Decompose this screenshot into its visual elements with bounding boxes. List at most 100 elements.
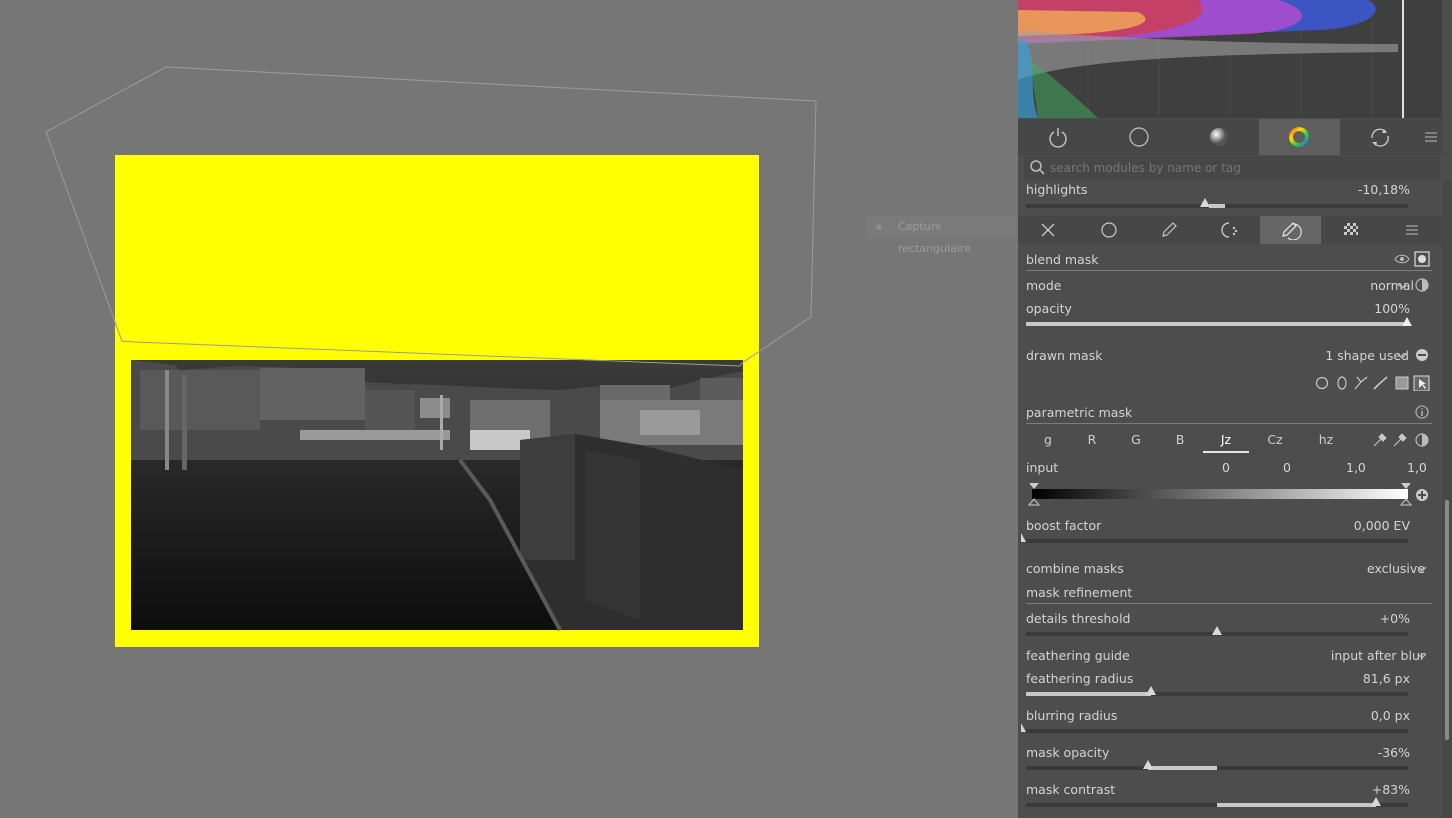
raster-mask-icon [1344,223,1359,235]
details-threshold-slider-handle[interactable] [1212,626,1222,635]
tab-mask-raster[interactable] [1321,216,1382,244]
input-value-2: 1,0 [1346,460,1366,475]
gradient-shape-icon[interactable] [1395,376,1409,390]
mask-opacity-row: mask opacity -36% [1026,745,1410,760]
tab-mask-off[interactable] [1018,216,1079,244]
channel-tab-R[interactable]: R [1072,432,1112,447]
mode-row[interactable]: mode normal [1026,278,1414,293]
tab-mask-drawn[interactable] [1139,216,1200,244]
chevron-down-icon[interactable] [1396,281,1408,291]
tab-color-modules[interactable] [1259,119,1340,155]
mask-contrast-value: +83% [1371,782,1410,797]
feathering-radius-slider[interactable] [1026,686,1408,696]
invert-polarity-icon[interactable] [1415,433,1429,447]
feathering-radius-row: feathering radius 81,6 px [1026,671,1410,686]
feathering-guide-value[interactable]: input after blur [1331,648,1425,663]
scrollbar-thumb[interactable] [1445,500,1449,740]
blurring-radius-slider-handle[interactable] [1021,723,1026,732]
highlights-slider[interactable] [1026,198,1408,208]
image-canvas[interactable]: Capture rectangulaire [0,0,1018,818]
channel-tab-hz[interactable]: hz [1306,432,1346,447]
remove-shapes-icon[interactable] [1414,347,1430,363]
capture-tooltip: Capture rectangulaire [866,216,1016,255]
darkroom-preview[interactable] [0,0,1018,818]
feathering-radius-slider-handle[interactable] [1146,686,1156,695]
separator [1026,423,1432,424]
color-picker-set-values-icon[interactable] [1393,433,1407,447]
separator [1026,603,1432,604]
picker-tools [1373,433,1429,447]
show-edit-shapes-icon[interactable] [1413,375,1430,391]
highlights-slider-handle[interactable] [1200,198,1210,207]
boost-factor-label: boost factor [1026,518,1102,533]
details-threshold-value: +0% [1379,611,1410,626]
blurring-radius-row: blurring radius 0,0 px [1026,708,1410,723]
search-icon [1030,160,1045,175]
blurring-radius-slider[interactable] [1021,723,1408,733]
blend-mask-label: blend mask [1026,252,1099,267]
input-range-markers [1027,483,1413,506]
feathering-radius-label: feathering radius [1026,671,1134,686]
channel-tab-G[interactable]: G [1116,432,1156,447]
channel-tab-B[interactable]: B [1160,432,1200,447]
display-mask-icon[interactable] [1414,251,1430,267]
tab-mask-uniformly[interactable] [1079,216,1140,244]
mask-contrast-slider[interactable] [1026,797,1408,807]
feathering-guide-row[interactable]: feathering guide input after blur [1026,648,1425,663]
info-icon[interactable] [1414,404,1430,420]
parametric-icon [1221,222,1238,238]
tab-tone-modules[interactable] [1179,119,1259,155]
blurring-radius-value: 0,0 px [1370,708,1410,723]
tab-correct-modules[interactable] [1340,119,1420,155]
feathering-guide-label: feathering guide [1026,648,1130,663]
path-shape-icon[interactable] [1354,376,1368,390]
tab-active-modules[interactable] [1018,119,1098,155]
chevron-down-icon[interactable] [1416,564,1428,574]
boost-factor-slider[interactable] [1021,533,1408,543]
channel-tab-Cz[interactable]: Cz [1255,432,1295,447]
mask-contrast-slider-handle[interactable] [1371,797,1381,806]
channel-tab-g[interactable]: g [1028,432,1068,447]
blend-polarity-icon[interactable] [1414,277,1430,293]
tab-mask-parametric[interactable] [1200,216,1261,244]
mask-contrast-label: mask contrast [1026,782,1116,797]
active-channel-underline [1203,451,1249,453]
mask-refinement-header: mask refinement [1026,585,1410,600]
combine-masks-row[interactable]: combine masks exclusive [1026,561,1425,576]
boost-factor-slider-handle[interactable] [1021,533,1026,542]
module-search [1024,156,1440,180]
blend-mask-header: blend mask [1026,252,1410,267]
add-icon[interactable] [1414,487,1430,503]
module-groups-menu[interactable] [1420,119,1442,155]
circle-icon [1101,222,1117,238]
search-input[interactable] [1050,158,1430,178]
color-picker-icon[interactable] [1373,433,1387,447]
hamburger-icon [1405,225,1418,235]
circle-shape-icon[interactable] [1315,376,1329,390]
color-wheel-icon [1289,127,1310,147]
drawn-mask-row[interactable]: drawn mask 1 shape used [1026,348,1410,363]
brush-shape-icon[interactable] [1373,376,1388,390]
hamburger-icon [1425,132,1438,142]
mask-opacity-slider[interactable] [1026,760,1408,770]
mask-presets-menu[interactable] [1381,216,1442,244]
channel-tab-Jz[interactable]: Jz [1206,432,1246,447]
panel-scrollbar[interactable] [1442,180,1452,818]
chevron-down-icon[interactable] [1396,351,1408,361]
highlights-label: highlights [1026,182,1088,197]
combine-masks-label: combine masks [1026,561,1124,576]
histogram[interactable] [1018,0,1442,118]
opacity-value: 100% [1374,301,1410,316]
ellipse-shape-icon[interactable] [1337,376,1347,390]
eye-icon[interactable] [1394,252,1410,266]
details-threshold-slider[interactable] [1026,626,1408,636]
opacity-slider-handle[interactable] [1402,317,1412,326]
mask-opacity-slider-handle[interactable] [1143,760,1153,769]
tab-mask-drawn-and-parametric[interactable] [1260,216,1321,244]
blend-mask-tabs [1018,216,1442,244]
correct-icon [1371,128,1389,147]
parametric-mask-header: parametric mask [1026,405,1410,420]
opacity-slider[interactable] [1026,317,1412,326]
tab-base-modules[interactable] [1098,119,1178,155]
chevron-down-icon[interactable] [1416,651,1428,661]
